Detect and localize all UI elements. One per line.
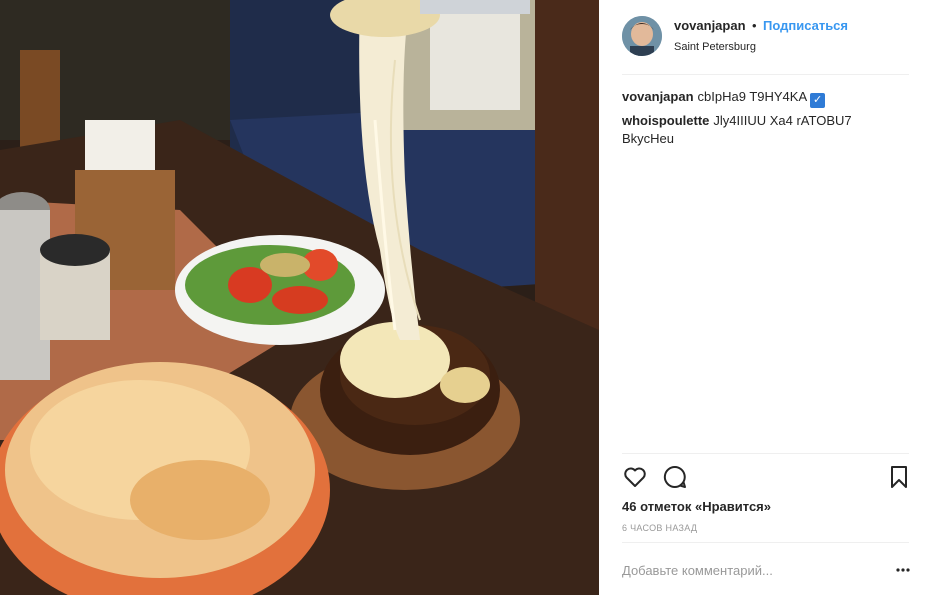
- action-bar: [622, 464, 912, 492]
- post-photo[interactable]: [0, 0, 599, 595]
- follow-button[interactable]: Подписаться: [763, 18, 848, 33]
- more-options-icon[interactable]: [895, 562, 911, 578]
- avatar[interactable]: [622, 16, 662, 56]
- username-link[interactable]: vovanjapan: [674, 18, 746, 33]
- likes-count[interactable]: 46 отметок «Нравится»: [622, 499, 771, 514]
- post-header: vovanjapan • Подписаться Saint Petersbur…: [622, 13, 910, 61]
- speech-bubble-icon[interactable]: [662, 464, 688, 490]
- comment-username[interactable]: vovanjapan: [622, 89, 694, 104]
- add-comment-input[interactable]: [622, 563, 882, 578]
- comment-text: cbIpHa9 T9HY4KA: [697, 89, 808, 104]
- comment-username[interactable]: whoispoulette: [622, 113, 709, 128]
- actions-divider: [622, 453, 909, 454]
- bookmark-icon[interactable]: [886, 464, 912, 490]
- post-side-panel: vovanjapan • Подписаться Saint Petersbur…: [599, 0, 934, 595]
- header-divider: [622, 74, 909, 75]
- header-text: vovanjapan • Подписаться Saint Petersbur…: [674, 17, 848, 53]
- check-emoji-icon: ✓: [810, 93, 826, 108]
- comment-item: whoispoulette Jly4IIIUU Xa4 rATOBU7 BkycH…: [622, 112, 892, 148]
- separator-dot: •: [751, 18, 757, 33]
- heart-outline-icon[interactable]: [622, 464, 648, 490]
- comment-item: vovanjapan cbIpHa9 T9HY4KA ✓: [622, 88, 892, 108]
- comment-divider: [622, 542, 909, 543]
- post-timestamp[interactable]: 6 ЧАСОВ НАЗАД: [622, 523, 697, 533]
- location-link[interactable]: Saint Petersburg: [674, 41, 848, 53]
- comments-list: vovanjapan cbIpHa9 T9HY4KA ✓ whoispoulette…: [622, 88, 892, 152]
